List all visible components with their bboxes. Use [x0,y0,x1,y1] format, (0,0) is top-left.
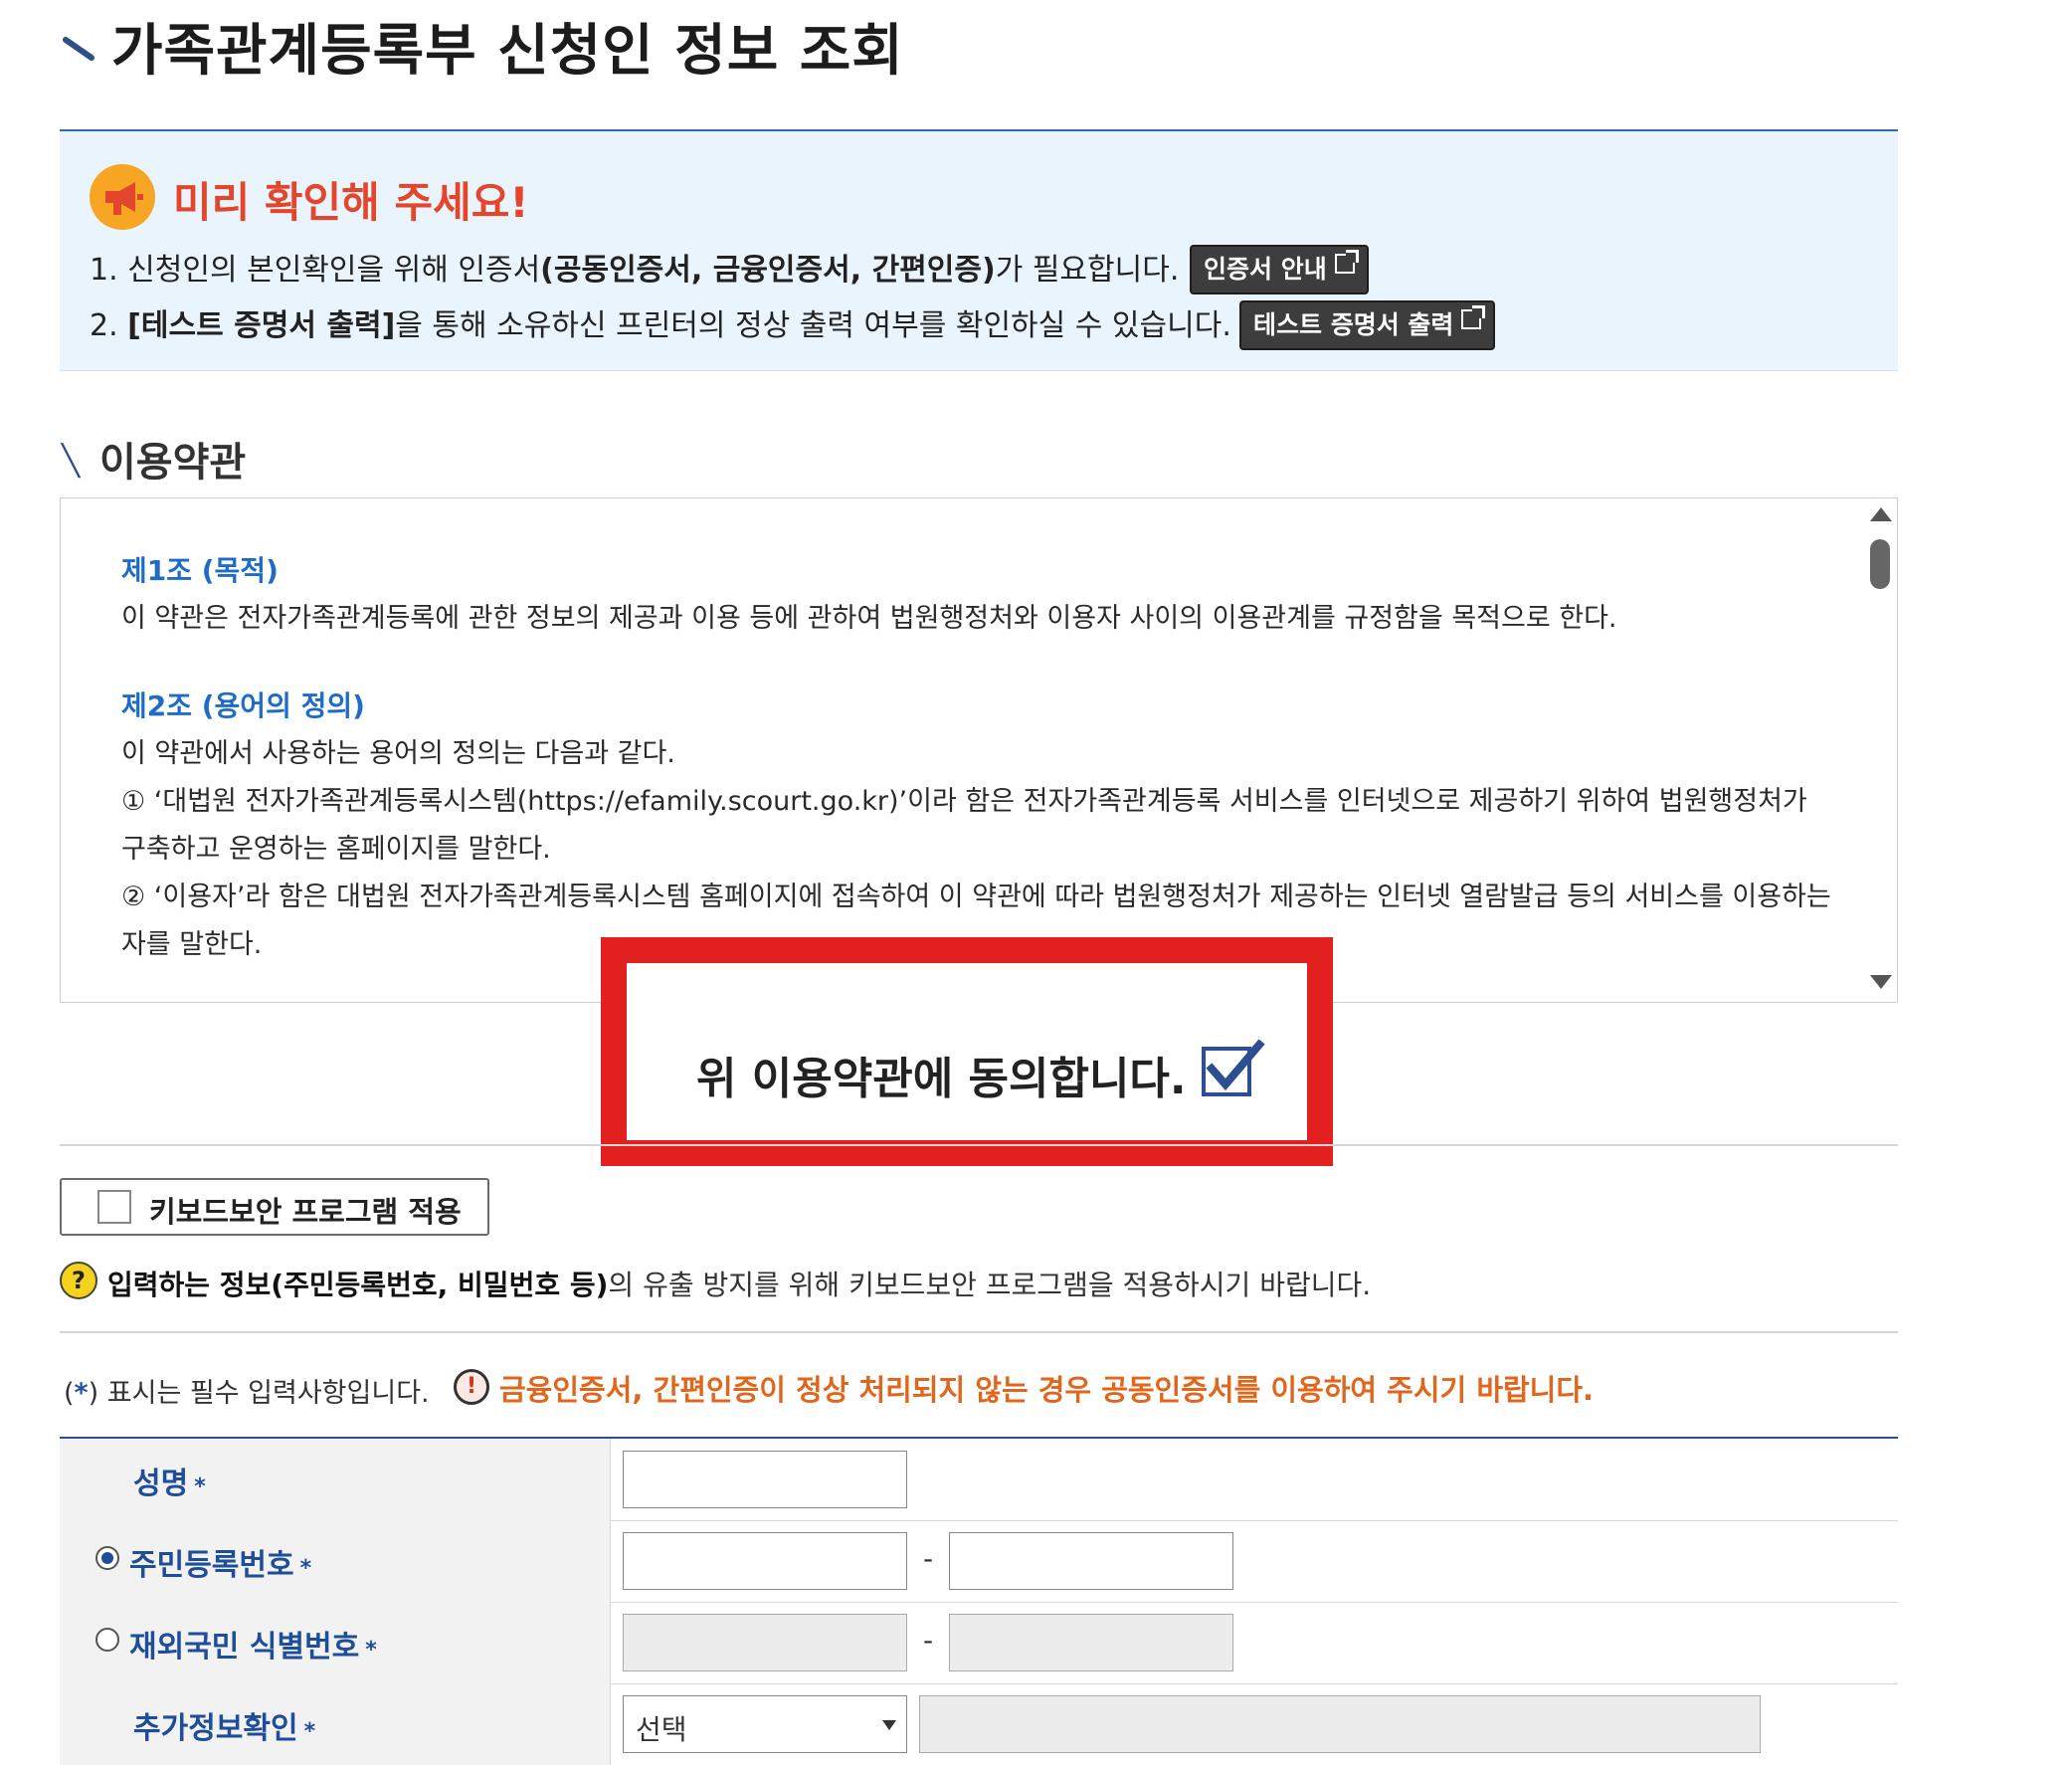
form-row-extra-info: 추가정보확인 * 선택 [60,1683,1898,1765]
foreign-id-radio[interactable] [95,1628,119,1652]
agree-label: 위 이용약관에 동의합니다. [696,1054,1187,1104]
rrn-radio[interactable] [95,1546,119,1570]
applicant-form: 성명 * 주민등록번호 * - 재외국민 식별번호 * - 추가정보확인 * 선택 [60,1437,1898,1765]
foreign-id-label-text: 재외국민 식별번호 [129,1630,360,1665]
exclamation-icon: ! [454,1369,489,1405]
required-star: * [74,1378,89,1409]
name-label-text: 성명 [133,1467,189,1501]
test-print-button[interactable]: 테스트 증명서 출력 [1239,300,1496,350]
page-title: 가족관계등록부 신청인 정보 조회 [111,19,904,84]
keyboard-help-text: 입력하는 정보(주민등록번호, 비밀번호 등)의 유출 방지를 위해 키보드보안… [107,1264,1371,1303]
notice-line-2-suffix: 을 통해 소유하신 프린터의 정상 출력 여부를 확인하실 수 있습니다. [395,308,1231,343]
divider [60,1144,1898,1146]
megaphone-icon [90,164,155,230]
row-label: 주민등록번호 * [60,1520,611,1602]
title-accent-icon [63,37,94,61]
question-icon: ? [60,1262,97,1299]
test-print-label: 테스트 증명서 출력 [1253,310,1454,339]
scroll-down-arrow[interactable] [1870,975,1892,989]
required-star: * [299,1556,312,1581]
required-note-open: ( [64,1378,75,1409]
terms-content: 제1조 (목적) 이 약관은 전자가족관계등록에 관한 정보의 제공과 이용 등… [121,547,1832,969]
checkbox-checked-icon [1206,1039,1265,1091]
extra-info-select[interactable]: 선택 [623,1695,907,1753]
article-1-title: 제1조 (목적) [121,554,279,587]
keyboard-security-checkbox[interactable] [97,1190,131,1224]
extra-info-label: 추가정보확인 * [133,1703,315,1747]
extra-info-label-text: 추가정보확인 [133,1711,298,1746]
agree-checkbox[interactable] [1202,1039,1265,1096]
notice-line-1-bold: (공동인증서, 금융인증서, 간편인증) [540,253,996,288]
rrn-dash: - [923,1542,934,1575]
rrn-label-text: 주민등록번호 [129,1548,294,1583]
section-title-terms: 이용약관 [99,440,247,486]
external-link-icon [1334,250,1359,274]
foreign-id-dash: - [923,1624,934,1657]
rrn-back-input[interactable] [949,1532,1233,1590]
certificate-warning: 금융인증서, 간편인증이 정상 처리되지 않는 경우 공동인증서를 이용하여 주… [499,1373,1595,1407]
chevron-down-icon [882,1720,896,1730]
section-accent-icon: ╲ [62,444,81,479]
rrn-front-input[interactable] [623,1532,907,1590]
extra-info-input[interactable] [919,1695,1761,1753]
rrn-label: 주민등록번호 * [129,1540,311,1584]
form-row-name: 성명 * [60,1439,1898,1521]
required-note: (*) 표시는 필수 입력사항입니다. [64,1371,430,1410]
name-input[interactable] [623,1451,907,1508]
certificate-guide-button[interactable]: 인증서 안내 [1190,245,1369,294]
notice-line-1-prefix: 1. 신청인의 본인확인을 위해 인증서 [90,253,541,288]
notice-line-1-suffix: 가 필요합니다. [995,253,1180,288]
row-label: 성명 * [60,1439,611,1520]
notice-line-1: 1. 신청인의 본인확인을 위해 인증서(공동인증서, 금융인증서, 간편인증)… [90,245,1179,289]
required-star: * [194,1474,206,1499]
row-label: 추가정보확인 * [60,1683,611,1765]
foreign-id-front-input[interactable] [623,1614,907,1671]
row-label: 재외국민 식별번호 * [60,1602,611,1683]
certificate-guide-label: 인증서 안내 [1204,255,1327,284]
keyboard-help-rest: 의 유출 방지를 위해 키보드보안 프로그램을 적용하시기 바랍니다. [608,1269,1372,1301]
form-row-rrn: 주민등록번호 * - [60,1520,1898,1603]
extra-info-select-value: 선택 [636,1713,687,1746]
foreign-id-back-input[interactable] [949,1614,1233,1671]
keyboard-security-label: 키보드보안 프로그램 적용 [149,1195,462,1229]
name-label: 성명 * [133,1459,206,1502]
required-star: * [365,1638,377,1663]
required-star: * [303,1719,316,1744]
article-2-intro: 이 약관에서 사용하는 용어의 정의는 다음과 같다. [121,738,675,769]
article-2-title: 제2조 (용어의 정의) [121,689,365,722]
external-link-icon [1461,305,1486,329]
notice-line-2: 2. [테스트 증명서 출력]을 통해 소유하신 프린터의 정상 출력 여부를 … [90,300,1231,344]
required-note-rest: ) 표시는 필수 입력사항입니다. [88,1378,430,1409]
divider [60,1331,1898,1333]
notice-title: 미리 확인해 주세요! [173,178,529,227]
foreign-id-label: 재외국민 식별번호 * [129,1622,377,1666]
form-row-foreign-id: 재외국민 식별번호 * - [60,1602,1898,1684]
scroll-up-arrow[interactable] [1870,507,1892,521]
notice-line-2-prefix: 2. [90,308,128,343]
notice-line-2-bold: [테스트 증명서 출력] [127,308,396,343]
article-1-body: 이 약관은 전자가족관계등록에 관한 정보의 제공과 이용 등에 관하여 법원행… [121,603,1617,634]
scrollbar-thumb[interactable] [1870,539,1890,589]
keyboard-help-bold: 입력하는 정보(주민등록번호, 비밀번호 등) [107,1269,609,1301]
article-2-item-1: ① ‘대법원 전자가족관계등록시스템(https://efamily.scour… [121,786,1807,865]
